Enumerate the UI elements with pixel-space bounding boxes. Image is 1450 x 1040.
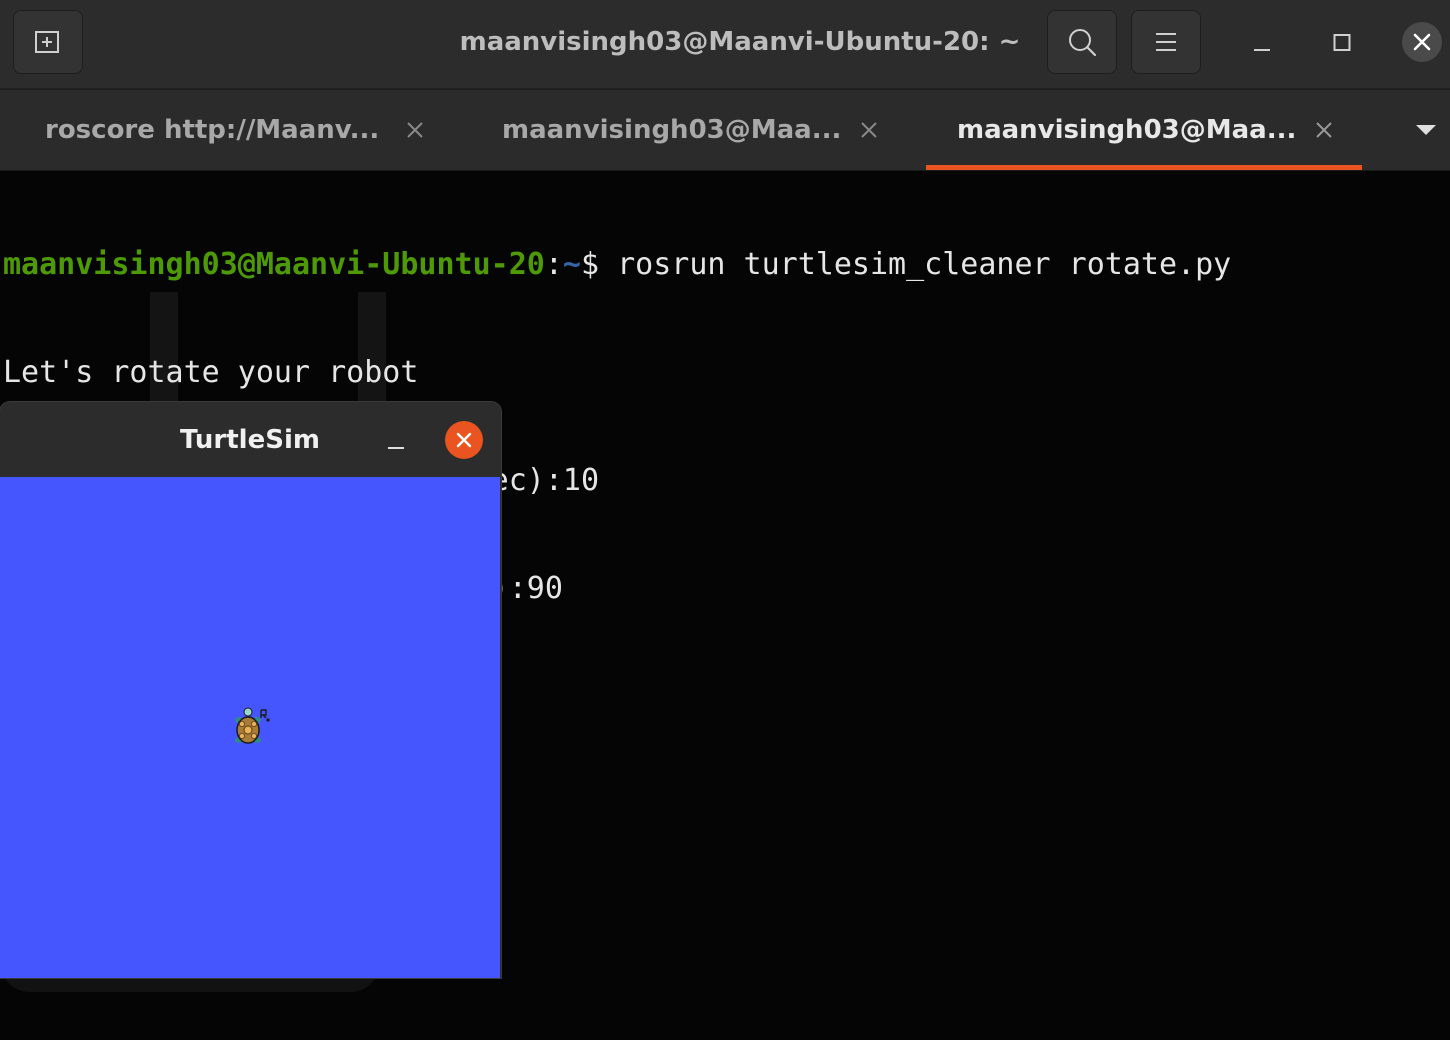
tab-close-icon[interactable]: [402, 117, 428, 143]
menu-button[interactable]: [1131, 10, 1201, 74]
turtle-icon: [235, 707, 270, 744]
window-title: maanvisingh03@Maanvi-Ubuntu-20: ~: [459, 27, 1021, 57]
hamburger-menu-icon: [1156, 33, 1176, 51]
turtlesim-window: TurtleSim: [0, 402, 501, 978]
new-tab-icon: [35, 31, 59, 53]
maximize-button[interactable]: [1320, 20, 1364, 64]
output-line: Let's rotate your robot: [3, 355, 419, 390]
tab-terminal-2[interactable]: maanvisingh03@Maa...: [462, 90, 924, 170]
command-text: rosrun turtlesim_cleaner rotate.py: [617, 247, 1232, 282]
prompt-user: maanvisingh03@Maanvi-Ubuntu-20: [3, 247, 545, 282]
tab-close-icon[interactable]: [856, 117, 882, 143]
tab-label: maanvisingh03@Maa...: [502, 115, 842, 145]
turtlesim-close-button[interactable]: [445, 421, 483, 459]
active-tab-indicator: [926, 165, 1362, 170]
turtlesim-title: TurtleSim: [180, 425, 320, 455]
terminal-window: maanvisingh03@Maanvi-Ubuntu-20: ~ roscor…: [0, 0, 1450, 1040]
tab-label: maanvisingh03@Maa...: [957, 115, 1297, 145]
new-tab-button[interactable]: [13, 10, 83, 74]
close-button[interactable]: [1402, 22, 1442, 62]
prompt-symbol: $: [580, 247, 618, 282]
search-icon: [1069, 29, 1097, 57]
minimize-icon[interactable]: [383, 428, 409, 454]
turtlesim-canvas: [0, 477, 500, 978]
tab-label: roscore http://Maanv...: [45, 115, 380, 145]
tab-close-icon[interactable]: [1311, 117, 1337, 143]
tab-list-dropdown-icon[interactable]: [1408, 116, 1444, 144]
header-bar: maanvisingh03@Maanvi-Ubuntu-20: ~: [0, 0, 1450, 90]
prompt-colon: :: [544, 247, 563, 282]
search-button[interactable]: [1047, 10, 1117, 74]
close-icon: [456, 432, 472, 448]
minimize-button[interactable]: [1240, 22, 1284, 66]
tab-bar: roscore http://Maanv... maanvisingh03@Ma…: [0, 90, 1450, 171]
prompt-path: ~: [562, 247, 581, 282]
command-line: maanvisingh03@Maanvi-Ubuntu-20:~$ rosrun…: [3, 247, 1231, 283]
tab-terminal-3-active[interactable]: maanvisingh03@Maa...: [926, 90, 1362, 170]
maximize-icon: [1333, 34, 1351, 51]
tab-roscore[interactable]: roscore http://Maanv...: [0, 90, 460, 170]
minimize-icon: [1254, 49, 1270, 51]
close-icon: [1413, 33, 1431, 51]
